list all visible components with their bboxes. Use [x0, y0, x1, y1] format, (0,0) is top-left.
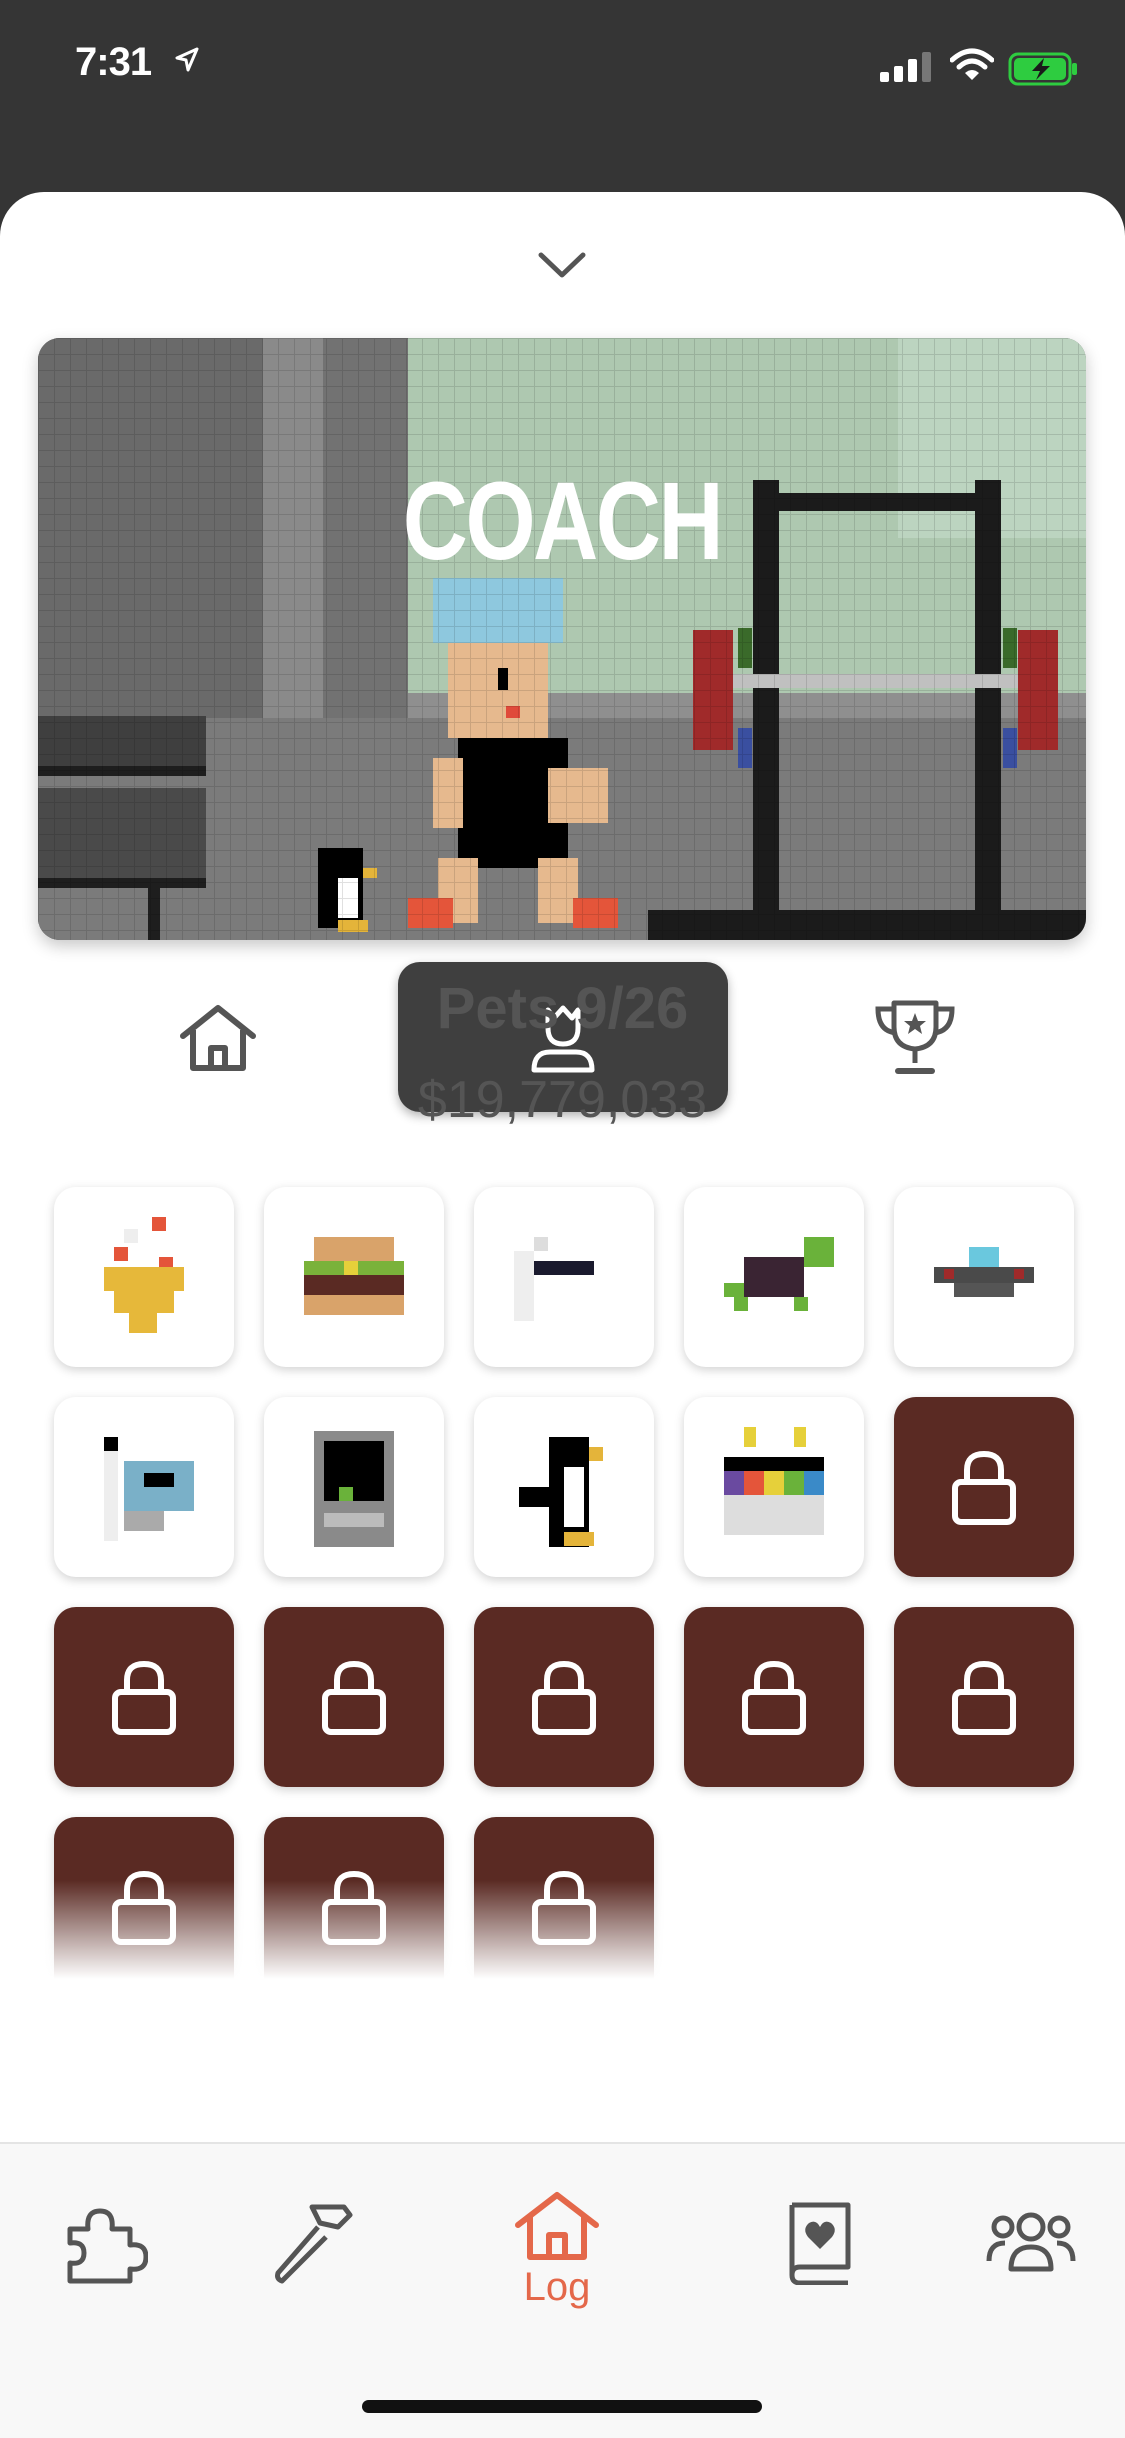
ghost-pet-icon: [514, 1237, 594, 1321]
home-icon: [515, 2192, 599, 2260]
penguin-pet-icon: [519, 1437, 603, 1547]
coach-hero-scene: COACH: [38, 338, 1086, 940]
turtle-pet-icon: [724, 1237, 834, 1311]
fire-pet-icon: [104, 1217, 184, 1333]
pet-turtle[interactable]: [684, 1187, 864, 1367]
locked-pet-slot[interactable]: [54, 1607, 234, 1787]
pets-money: $19,779,033: [417, 1071, 708, 1129]
locked-pet-slot[interactable]: [474, 1607, 654, 1787]
pet-fire[interactable]: [54, 1187, 234, 1367]
locked-pet-slot[interactable]: [264, 1607, 444, 1787]
battery-charging-icon: [1008, 52, 1077, 86]
pet-penguin[interactable]: [474, 1397, 654, 1577]
cake-pet-icon: [724, 1427, 824, 1535]
pet-ghost[interactable]: [474, 1187, 654, 1367]
nav-log[interactable]: Log: [512, 2189, 602, 2310]
group-icon: [986, 2212, 1076, 2272]
nav-puzzle[interactable]: [62, 2199, 148, 2285]
nav-friends[interactable]: [985, 2199, 1077, 2285]
lock-icon: [322, 1660, 386, 1735]
locked-pet-slot[interactable]: [894, 1607, 1074, 1787]
robot-pet-icon: [314, 1431, 394, 1547]
lock-icon: [952, 1450, 1016, 1525]
pet-robot[interactable]: [264, 1397, 444, 1577]
hammer-icon: [275, 2204, 353, 2284]
pet-flag[interactable]: [54, 1397, 234, 1577]
gym-scene-illustration: [38, 338, 1086, 940]
flag-pet-icon: [104, 1437, 194, 1541]
burger-pet-icon: [304, 1237, 404, 1315]
lock-icon: [532, 1660, 596, 1735]
wifi-icon: [950, 48, 994, 80]
nav-build[interactable]: [268, 2199, 354, 2285]
pet-ufo[interactable]: [894, 1187, 1074, 1367]
ufo-pet-icon: [934, 1247, 1034, 1297]
pet-cake[interactable]: [684, 1397, 864, 1577]
puzzle-icon: [67, 2208, 148, 2284]
lock-icon: [742, 1660, 806, 1735]
cellular-signal-icon: [880, 52, 931, 82]
location-arrow-icon: [175, 47, 199, 72]
chevron-down-icon[interactable]: [535, 247, 589, 281]
status-time: 7:31: [75, 40, 152, 84]
pets-count-title: Pets 9/26: [436, 976, 689, 1041]
pets-grid: [54, 1187, 1074, 1997]
pet-burger[interactable]: [264, 1187, 444, 1367]
locked-pet-slot[interactable]: [684, 1607, 864, 1787]
nav-log-label: Log: [523, 2265, 591, 2309]
hero-title: COACH: [402, 460, 724, 583]
status-bar: 7:31: [0, 0, 1125, 190]
book-heart-icon: [789, 2202, 851, 2285]
nav-journal[interactable]: [782, 2199, 854, 2285]
scroll-fade: [0, 1880, 1125, 2060]
locked-pet-slot[interactable]: [894, 1397, 1074, 1577]
bottom-tab-bar: Log: [0, 2142, 1125, 2438]
lock-icon: [952, 1660, 1016, 1735]
home-indicator[interactable]: [362, 2400, 762, 2413]
lock-icon: [112, 1660, 176, 1735]
